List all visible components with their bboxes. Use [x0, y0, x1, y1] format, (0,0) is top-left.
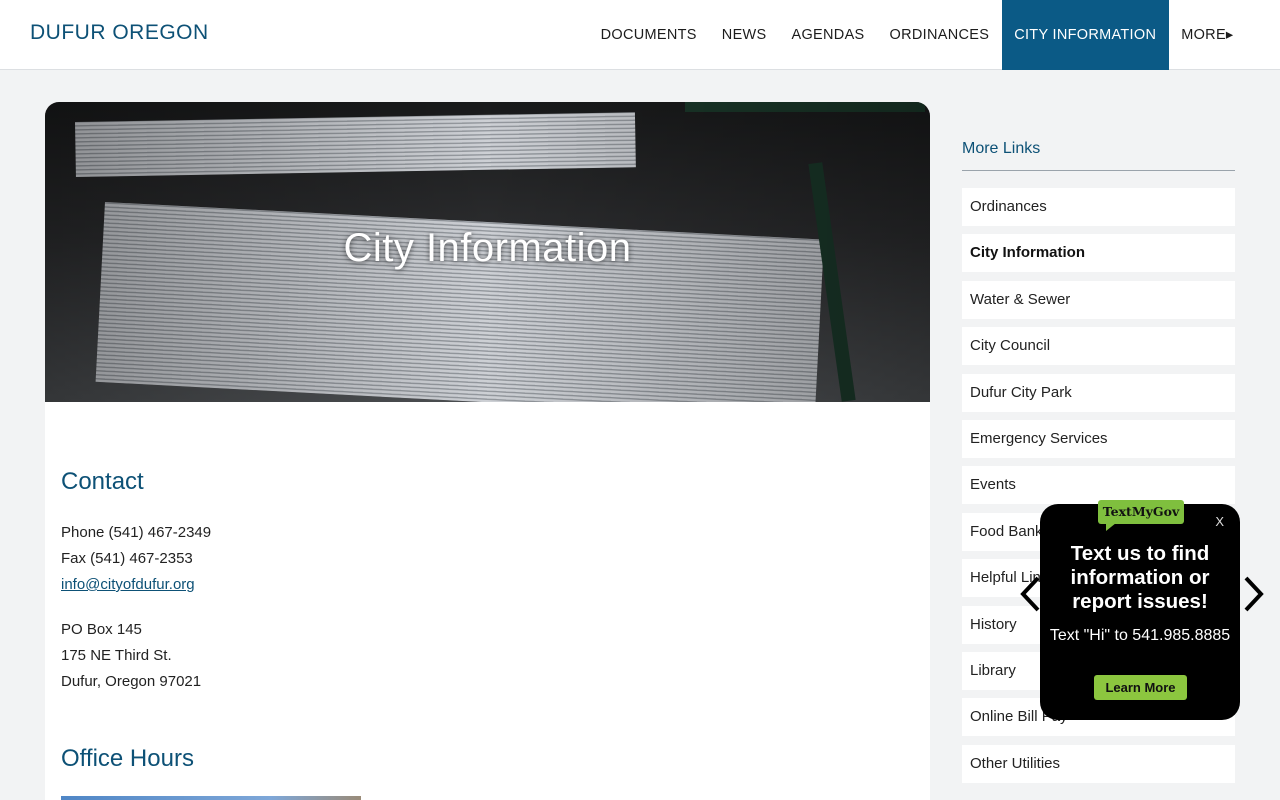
sidebar-link-ordinances[interactable]: Ordinances	[962, 188, 1235, 226]
nav-city-information[interactable]: CITY INFORMATION	[1001, 0, 1169, 70]
chevron-left-icon[interactable]	[1018, 574, 1042, 614]
sidebar-link-events[interactable]: Events	[962, 466, 1235, 505]
nav-documents[interactable]: DOCUMENTS	[588, 0, 709, 70]
sidebar-link-dufur-city-park[interactable]: Dufur City Park	[962, 373, 1235, 412]
sidebar-link-city-information[interactable]: City Information	[962, 234, 1235, 273]
sidebar-title: More Links	[962, 140, 1235, 171]
widget-headline: Text us to find information or report is…	[1070, 542, 1210, 613]
sidebar-link-water-sewer[interactable]: Water & Sewer	[962, 280, 1235, 319]
city-text: Dufur, Oregon 97021	[61, 673, 202, 690]
widget-close-button[interactable]: X	[1215, 514, 1224, 529]
phone-text: Phone (541) 467-2349	[61, 524, 212, 541]
contact-heading: Contact	[61, 468, 144, 495]
street-text: 175 NE Third St.	[61, 647, 172, 664]
nav-news[interactable]: NEWS	[709, 0, 779, 70]
chevron-right-icon[interactable]	[1242, 574, 1266, 614]
textmygov-widget: TextMyGov X Text us to find information …	[1040, 500, 1240, 720]
learn-more-button[interactable]: Learn More	[1094, 675, 1187, 700]
sidebar-link-city-council[interactable]: City Council	[962, 327, 1235, 366]
hero-title: City Information	[343, 226, 632, 270]
site-header: DUFUR OREGON DOCUMENTS NEWS AGENDAS ORDI…	[0, 0, 1280, 70]
widget-instructions: Text "Hi" to 541.985.8885	[1049, 627, 1231, 644]
fax-text: Fax (541) 467-2353	[61, 550, 193, 567]
sidebar-link-emergency-services[interactable]: Emergency Services	[962, 419, 1235, 458]
office-hours-image	[61, 796, 361, 800]
main-nav: DOCUMENTS NEWS AGENDAS ORDINANCES CITY I…	[588, 0, 1246, 70]
sidebar-link-other-utilities[interactable]: Other Utilities	[962, 744, 1235, 783]
email-link[interactable]: info@cityofdufur.org	[61, 576, 195, 593]
site-title[interactable]: DUFUR OREGON	[30, 21, 209, 45]
textmygov-logo: TextMyGov	[1098, 500, 1184, 531]
nav-agendas[interactable]: AGENDAS	[779, 0, 877, 70]
main-content-card: City Information Contact Phone (541) 467…	[45, 102, 930, 800]
nav-more[interactable]: MORE▸	[1169, 0, 1246, 70]
nav-ordinances[interactable]: ORDINANCES	[877, 0, 1002, 70]
po-box-text: PO Box 145	[61, 621, 142, 638]
office-hours-heading: Office Hours	[61, 745, 194, 772]
hero-banner: City Information	[45, 102, 930, 402]
